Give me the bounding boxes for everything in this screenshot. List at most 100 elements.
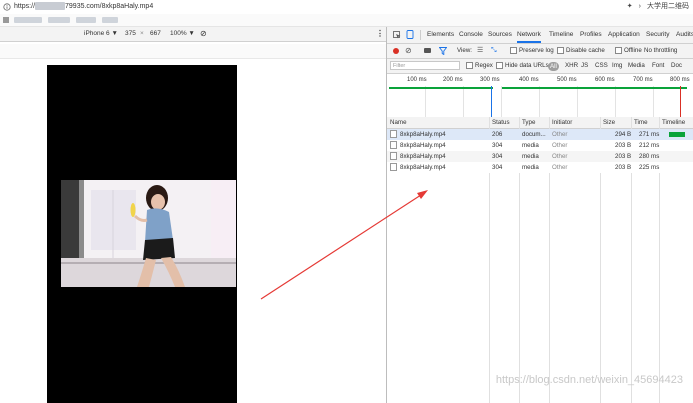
more-options-icon[interactable]: ⋮ [376,27,384,41]
inspect-element-icon[interactable] [393,31,401,39]
tab-sources[interactable]: Sources [488,27,512,43]
request-size: 203 B [615,164,632,171]
device-select[interactable]: iPhone 6 ▼ [84,27,118,41]
tab-application[interactable]: Application [608,27,640,43]
url-text[interactable]: https:// 79935.com/8xkp8aHaly.mp4 [14,0,153,14]
bookmark-shortcut[interactable]: ✦ › 大学用二维码 [627,0,689,14]
offline-checkbox[interactable]: Offline [615,44,642,58]
grid-line [615,86,616,117]
zoom-select[interactable]: 100% ▼ [170,27,195,41]
grid-line [501,86,502,117]
tick-label: 800 ms [670,77,690,83]
media-query-ruler [0,44,386,59]
tab-elements[interactable]: Elements [427,27,454,43]
request-type: media [522,153,539,160]
rotate-icon[interactable]: ⊘ [200,27,207,41]
table-row[interactable]: 8xkp8aHaly.mp4 304 media Other 203 B 212… [387,140,693,151]
request-status: 304 [492,164,503,171]
request-time: 271 ms [639,131,660,138]
tab-network[interactable]: Network [517,27,541,43]
clear-icon[interactable]: ⊘ [405,44,412,58]
type-filter-js[interactable]: JS [581,59,588,73]
bookmark-item[interactable] [48,17,70,23]
device-mode-icon[interactable] [406,30,414,39]
devtools-tab-strip: Elements Console Sources Network Timelin… [387,27,693,44]
column-type[interactable]: Type [522,117,535,128]
tab-console[interactable]: Console [459,27,483,43]
info-icon[interactable] [3,3,11,11]
viewport-width[interactable]: 375 [125,27,136,41]
hide-data-urls-checkbox[interactable]: Hide data URLs [496,59,549,73]
disable-cache-checkbox[interactable]: Disable cache [557,44,605,58]
type-filter-xhr[interactable]: XHR [565,59,578,73]
request-size: 203 B [615,142,632,149]
type-filter-font[interactable]: Font [652,59,664,73]
tab-profiles[interactable]: Profiles [580,27,602,43]
apps-icon[interactable] [3,17,9,23]
capture-screenshots-icon[interactable] [424,48,431,53]
type-filter-img[interactable]: Img [612,59,622,73]
bookmark-item[interactable] [76,17,96,23]
request-type: media [522,142,539,149]
column-status[interactable]: Status [492,117,510,128]
column-size[interactable]: Size [603,117,615,128]
overview-icon[interactable]: ⤡ [491,44,497,58]
offline-label: Offline [624,47,642,54]
request-status: 304 [492,153,503,160]
regex-checkbox[interactable]: Regex [466,59,493,73]
tick-label: 300 ms [480,77,500,83]
request-size: 203 B [615,153,632,160]
bookmark-item[interactable] [14,17,42,23]
preserve-log-label: Preserve log [519,47,554,54]
address-bar[interactable]: https:// 79935.com/8xkp8aHaly.mp4 ✦ › 大学用二维… [0,0,693,14]
request-name-text: 8xkp8aHaly.mp4 [400,131,446,138]
filter-input[interactable]: Filter [390,61,460,70]
star-icon[interactable]: ✦ [627,3,633,10]
table-row[interactable]: 8xkp8aHaly.mp4 206 docum... Other 294 B … [387,129,693,140]
type-filter-doc[interactable]: Doc [671,59,682,73]
request-initiator: Other [552,153,568,160]
request-name-text: 8xkp8aHaly.mp4 [400,164,446,171]
type-filter-css[interactable]: CSS [595,59,608,73]
request-time: 225 ms [639,164,660,171]
preserve-log-checkbox[interactable]: Preserve log [510,44,554,58]
type-filter-all[interactable]: All [548,61,559,71]
url-suffix: 79935.com/8xkp8aHaly.mp4 [65,3,154,10]
hide-data-urls-label: Hide data URLs [505,62,549,69]
disable-cache-label: Disable cache [566,47,605,54]
viewport-height[interactable]: 667 [150,27,161,41]
file-icon [390,130,397,139]
tick-label: 200 ms [443,77,463,83]
forward-icon[interactable]: › [639,3,641,10]
tab-timeline[interactable]: Timeline [549,27,573,43]
tab-audits[interactable]: Audits [676,27,693,43]
tab-security[interactable]: Security [646,27,669,43]
table-row[interactable]: 8xkp8aHaly.mp4 304 media Other 203 B 280… [387,151,693,162]
filter-icon[interactable] [439,47,447,55]
request-type: docum... [522,131,546,138]
request-name-text: 8xkp8aHaly.mp4 [400,142,446,149]
requests-table-header: Name Status Type Initiator Size Time Tim… [387,117,693,129]
grid-line [425,86,426,117]
network-toolbar: ⊘ View: ☰ ⤡ Preserve log Disable cache O… [387,44,693,59]
file-icon [390,141,397,150]
request-type: media [522,164,539,171]
column-initiator[interactable]: Initiator [552,117,572,128]
type-filter-media[interactable]: Media [628,59,645,73]
bookmark-item[interactable] [102,17,118,23]
network-overview[interactable]: 100 ms 200 ms 300 ms 400 ms 500 ms 600 m… [387,74,693,118]
request-name: 8xkp8aHaly.mp4 [390,140,446,151]
throttling-select[interactable]: No throttling [644,44,677,58]
column-timeline[interactable]: Timeline [662,117,685,128]
record-icon[interactable] [393,48,399,54]
overview-bar [502,87,687,89]
table-row[interactable]: 8xkp8aHaly.mp4 304 media Other 203 B 225… [387,162,693,173]
video-frame[interactable] [61,180,236,287]
column-time[interactable]: Time [634,117,648,128]
column-name[interactable]: Name [390,117,407,128]
request-status: 304 [492,142,503,149]
request-initiator: Other [552,131,568,138]
large-rows-icon[interactable]: ☰ [477,44,483,58]
tick-label: 700 ms [633,77,653,83]
bookmarks-bar [0,14,693,27]
